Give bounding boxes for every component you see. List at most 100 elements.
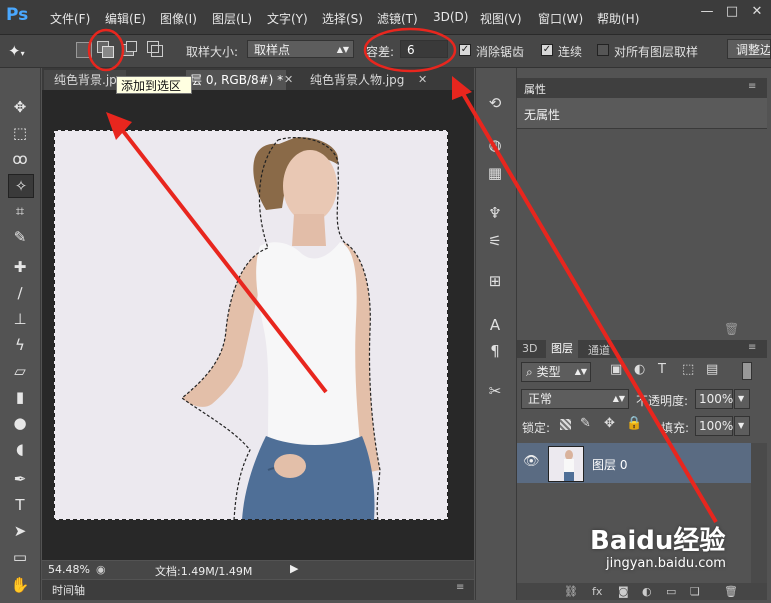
lock-pixels-icon[interactable]: ✎	[580, 416, 591, 431]
type-icon[interactable]: T	[8, 494, 32, 516]
hand-icon[interactable]: ✋	[8, 574, 32, 596]
panel-menu-icon[interactable]: ≡	[748, 342, 756, 353]
move-icon[interactable]: ✥	[8, 96, 32, 118]
history-panel-icon[interactable]: ⟲	[484, 92, 506, 114]
intersect-selection-icon[interactable]	[146, 40, 164, 58]
menu-layer[interactable]: 图层(L)	[212, 10, 252, 27]
filter-shape-icon[interactable]: ⬚	[682, 362, 694, 377]
tools-preset-icon[interactable]: ✂	[484, 380, 506, 402]
tab-document-2[interactable]: 层 0, RGB/8#) *	[186, 70, 286, 90]
add-to-selection-icon[interactable]	[96, 40, 114, 58]
document-size: 文档:1.49M/1.49M	[155, 565, 253, 578]
swatches-panel-icon[interactable]: ▦	[484, 162, 506, 184]
tab-layers[interactable]: 图层	[546, 340, 578, 358]
magic-wand-icon[interactable]: ✧	[8, 174, 34, 198]
layer-style-icon[interactable]: fx	[592, 585, 602, 598]
eyedropper-icon[interactable]: ✎	[8, 226, 32, 248]
trash-icon[interactable]: 🗑	[724, 322, 739, 336]
close-button[interactable]: ✕	[747, 3, 767, 21]
tab-document-3[interactable]: 纯色背景人物.jpg	[300, 70, 420, 90]
brush-panel-icon[interactable]: ♆	[484, 202, 506, 224]
layers-scrollbar[interactable]	[751, 443, 767, 583]
layer-filter-select[interactable]: ⌕ 类型 ▲▼	[521, 362, 591, 382]
tab-close-icon[interactable]: ✕	[418, 70, 427, 90]
blend-mode-select[interactable]: 正常 ▲▼	[521, 389, 629, 409]
color-panel-icon[interactable]: ◍	[484, 134, 506, 156]
document-image[interactable]	[54, 130, 448, 520]
eraser-icon[interactable]: ▱	[8, 360, 32, 382]
refine-edge-button[interactable]: 调整边	[727, 39, 771, 59]
visibility-eye-icon[interactable]: 👁	[523, 454, 540, 469]
lock-position-icon[interactable]: ✥	[604, 416, 615, 431]
tab-close-icon[interactable]: ✕	[284, 70, 293, 90]
blur-icon[interactable]: ●	[8, 412, 32, 434]
menu-type[interactable]: 文字(Y)	[267, 10, 308, 27]
maximize-button[interactable]: □	[722, 3, 742, 21]
tab-document-1[interactable]: 纯色背景.jp	[44, 70, 126, 90]
new-layer-icon[interactable]: ❏	[690, 585, 700, 598]
tolerance-input[interactable]: 6	[400, 40, 448, 58]
antialias-checkbox[interactable]: ✓	[459, 44, 471, 56]
filter-toggle-switch[interactable]	[742, 362, 752, 380]
status-menu-icon[interactable]: ◉	[96, 563, 106, 576]
path-selection-icon[interactable]: ➤	[8, 520, 32, 542]
styles-panel-icon[interactable]: ⊞	[484, 270, 506, 292]
menu-select[interactable]: 选择(S)	[322, 10, 363, 27]
adjustments-panel-icon[interactable]: ⚟	[484, 230, 506, 252]
menu-filter[interactable]: 滤镜(T)	[377, 10, 418, 27]
crop-icon[interactable]: ⌗	[8, 200, 32, 222]
new-group-icon[interactable]: ▭	[666, 585, 676, 598]
menu-window[interactable]: 窗口(W)	[538, 10, 583, 27]
panel-menu-icon[interactable]: ≡	[748, 81, 756, 92]
menu-view[interactable]: 视图(V)	[480, 10, 522, 27]
fill-input[interactable]: 100%	[695, 416, 733, 436]
layer-name[interactable]: 图层 0	[592, 456, 627, 473]
menu-image[interactable]: 图像(I)	[160, 10, 197, 27]
adjustment-layer-icon[interactable]: ◐	[642, 585, 652, 598]
sample-all-layers-checkbox[interactable]	[597, 44, 609, 56]
subtract-from-selection-icon[interactable]	[121, 40, 139, 58]
tab-channels[interactable]: 通道	[588, 342, 610, 358]
properties-title[interactable]: 属性	[524, 81, 546, 97]
tab-3d[interactable]: 3D	[522, 342, 537, 355]
trash-icon[interactable]: 🗑	[724, 585, 738, 598]
filter-type-icon[interactable]: T	[658, 362, 666, 377]
layer-thumbnail-image	[549, 447, 583, 481]
healing-brush-icon[interactable]: ✚	[8, 256, 32, 278]
opacity-dropdown-icon[interactable]: ▼	[734, 389, 750, 409]
shape-icon[interactable]: ▭	[8, 546, 32, 568]
marquee-icon[interactable]: ⬚	[8, 122, 32, 144]
pen-icon[interactable]: ✒	[8, 468, 32, 490]
lasso-icon[interactable]: ꝏ	[8, 148, 32, 170]
dodge-icon[interactable]: ◖	[8, 438, 32, 460]
lock-all-icon[interactable]: 🔒	[626, 416, 642, 431]
fill-label: 填充:	[661, 421, 690, 435]
menu-edit[interactable]: 编辑(E)	[105, 10, 146, 27]
lock-transparent-icon[interactable]	[560, 419, 571, 430]
panel-menu-icon[interactable]: ≡	[456, 582, 464, 593]
fill-dropdown-icon[interactable]: ▼	[734, 416, 750, 436]
filter-smart-object-icon[interactable]: ▤	[706, 362, 718, 377]
status-arrow-icon[interactable]: ▶	[290, 562, 298, 575]
new-selection-icon[interactable]	[76, 42, 92, 58]
history-brush-icon[interactable]: ϟ	[8, 334, 32, 356]
add-mask-icon[interactable]: ◙	[618, 585, 629, 598]
zoom-level[interactable]: 54.48%	[48, 563, 90, 576]
paragraph-panel-icon[interactable]: ¶	[484, 340, 506, 362]
filter-adjustment-icon[interactable]: ◐	[634, 362, 645, 377]
menu-file[interactable]: 文件(F)	[50, 10, 90, 27]
link-layers-icon[interactable]: ⛓	[564, 585, 578, 598]
menu-3d[interactable]: 3D(D)	[433, 10, 468, 24]
minimize-button[interactable]: —	[697, 3, 717, 21]
brush-icon[interactable]: ∕	[8, 282, 32, 304]
character-panel-icon[interactable]: A	[484, 314, 506, 336]
stamp-icon[interactable]: ⊥	[8, 308, 32, 330]
magic-wand-preset-icon[interactable]: ✦▾	[8, 40, 38, 62]
timeline-label[interactable]: 时间轴	[52, 582, 85, 598]
opacity-input[interactable]: 100%	[695, 389, 733, 409]
menu-help[interactable]: 帮助(H)	[597, 10, 639, 27]
sample-size-select[interactable]: 取样点 ▲▼	[247, 40, 354, 58]
gradient-icon[interactable]: ▮	[8, 386, 32, 408]
filter-pixel-icon[interactable]: ▣	[610, 362, 622, 377]
contiguous-checkbox[interactable]: ✓	[541, 44, 553, 56]
